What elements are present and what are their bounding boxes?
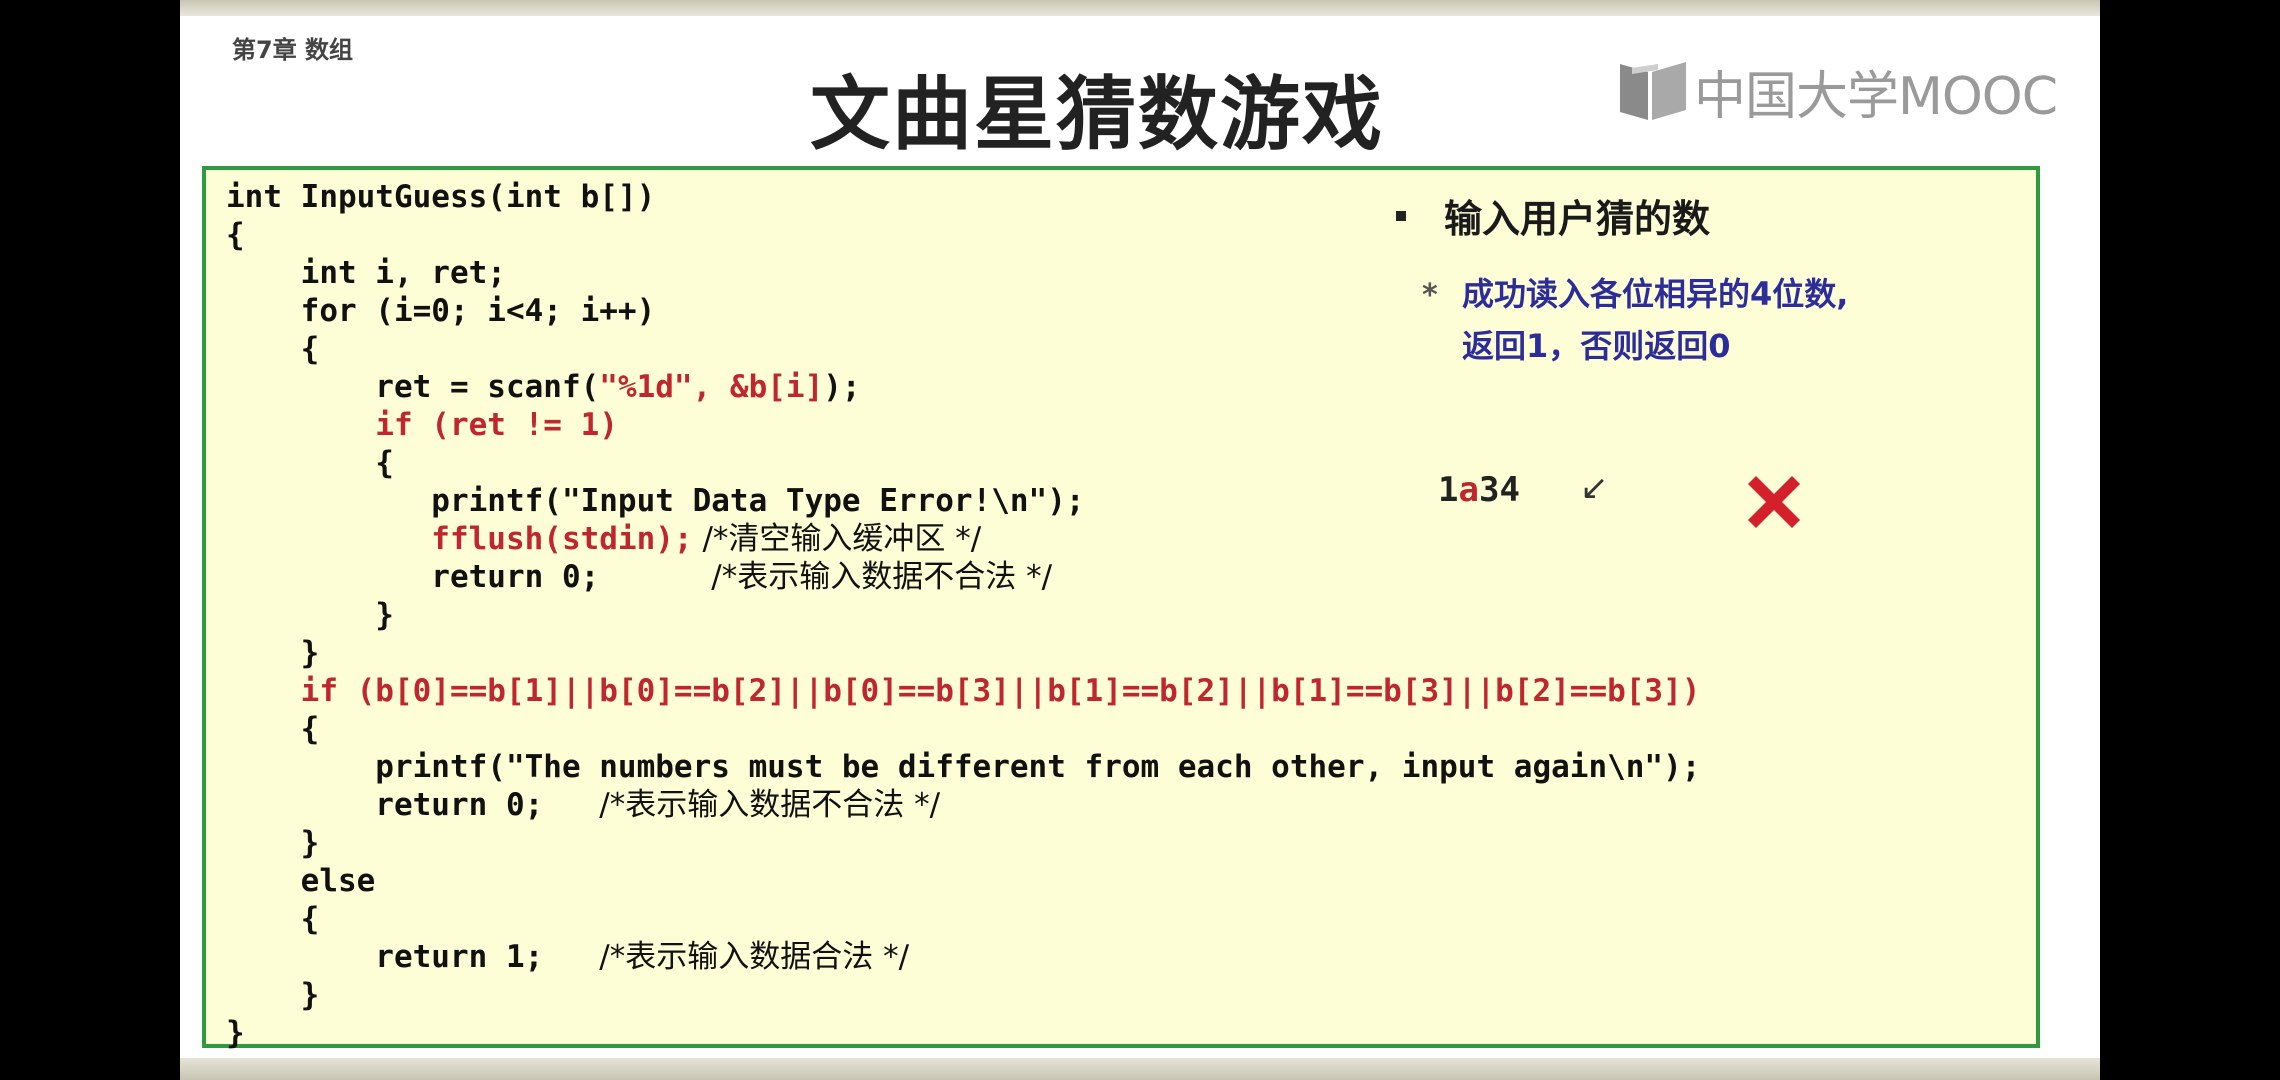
code-token: ret = scanf( bbox=[226, 369, 600, 405]
code-token: return 1; bbox=[226, 939, 600, 975]
code-token: "%1d", &b[i] bbox=[599, 369, 824, 405]
bullet-square-icon bbox=[1396, 210, 1406, 221]
note-bullet: 输入用户猜的数 bbox=[1396, 188, 1710, 243]
code-comment: /*表示输入数据不合法 */ bbox=[599, 787, 941, 823]
example-digit: 34 bbox=[1478, 470, 1520, 510]
code-line: if (ret != 1) bbox=[226, 407, 618, 443]
code-comment: /*表示输入数据不合法 */ bbox=[711, 559, 1053, 595]
code-comment: /*表示输入数据合法 */ bbox=[599, 939, 910, 975]
code-line: return 0; /*表示输入数据不合法 */ bbox=[226, 786, 1700, 824]
code-line: else bbox=[226, 863, 376, 899]
code-line: } bbox=[226, 1015, 245, 1051]
code-line: return 1; /*表示输入数据合法 */ bbox=[226, 938, 1700, 976]
example-input: 1a34 bbox=[1438, 470, 1520, 510]
code-token: return 0; bbox=[226, 559, 712, 595]
mooc-logo: 中国大学MOOC bbox=[1618, 56, 2058, 127]
code-line: { bbox=[226, 901, 320, 937]
code-token: fflush(stdin); bbox=[226, 521, 693, 557]
code-line: } bbox=[226, 597, 394, 633]
code-line: } bbox=[226, 635, 320, 671]
slide: 第7章 数组 文曲星猜数游戏 中国大学MOOC int InputGuess(i… bbox=[180, 0, 2100, 1080]
code-token: ); bbox=[823, 369, 861, 405]
code-token: return 0; bbox=[226, 787, 600, 823]
cross-icon bbox=[1748, 476, 1800, 528]
note-sub-bullet: * 成功读入各位相异的4位数, 返回1，否则返回0 bbox=[1422, 268, 1849, 372]
chapter-label: 第7章 数组 bbox=[232, 36, 354, 64]
note-sub-line: 成功读入各位相异的4位数, bbox=[1462, 275, 1849, 313]
example-digit: 1 bbox=[1438, 470, 1459, 510]
star-bullet-icon: * bbox=[1422, 278, 1438, 313]
code-comment: /*清空输入缓冲区 */ bbox=[692, 521, 982, 557]
enter-arrow-icon: ↙ bbox=[1580, 468, 1609, 508]
note-bullet-text: 输入用户猜的数 bbox=[1444, 197, 1711, 241]
code-line: if (b[0]==b[1]||b[0]==b[2]||b[0]==b[3]||… bbox=[226, 673, 1701, 709]
code-line: printf("The numbers must be different fr… bbox=[226, 749, 1701, 785]
slide-title: 文曲星猜数游戏 bbox=[810, 68, 1384, 161]
code-line: } bbox=[226, 977, 320, 1013]
code-line: { bbox=[226, 711, 320, 747]
code-box: int InputGuess(int b[]){ int i, ret; for… bbox=[202, 166, 2040, 1051]
code-line: ret = scanf("%1d", &b[i]); bbox=[226, 368, 1700, 406]
mooc-logo-icon bbox=[1620, 62, 1686, 120]
example-invalid-char: a bbox=[1458, 470, 1479, 510]
mooc-logo-text: 中国大学MOOC bbox=[1694, 66, 2058, 127]
note-sub-line: 返回1，否则返回0 bbox=[1462, 327, 1731, 365]
code-line: } bbox=[226, 825, 320, 861]
code-line: fflush(stdin); /*清空输入缓冲区 */ bbox=[226, 520, 1700, 558]
code-line: return 0; /*表示输入数据不合法 */ bbox=[226, 558, 1700, 596]
